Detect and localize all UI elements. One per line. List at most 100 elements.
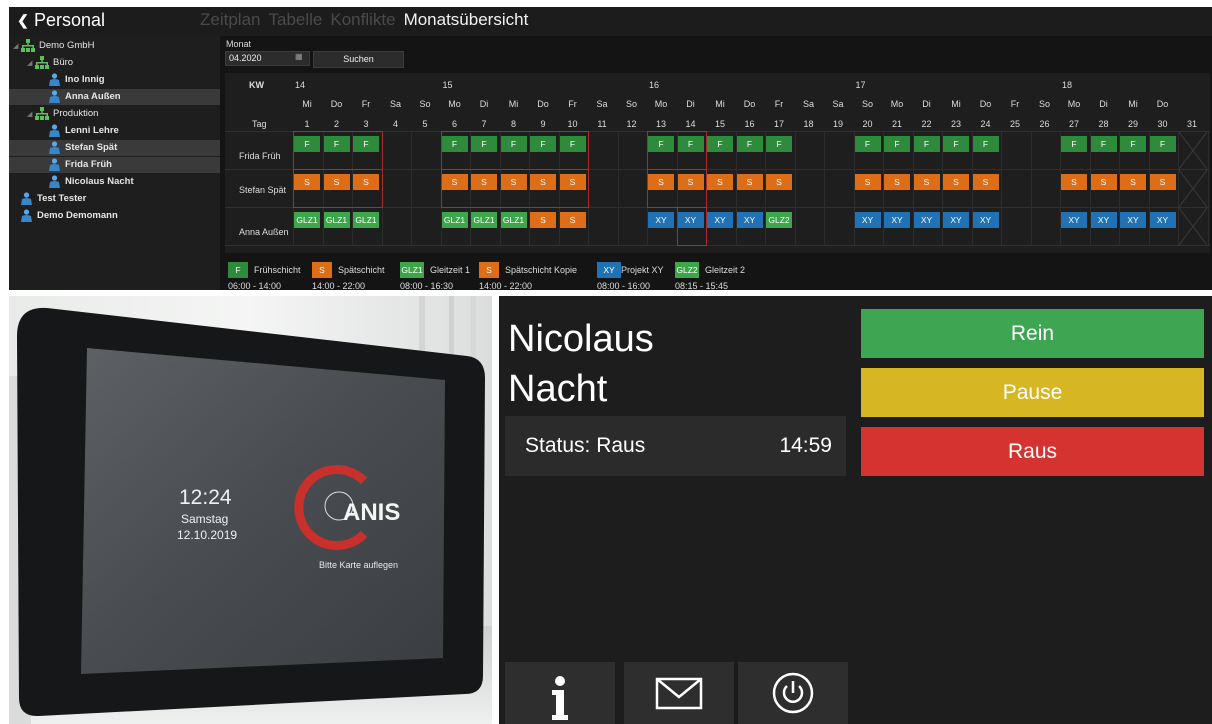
shift-chip[interactable]: S bbox=[913, 174, 940, 190]
shift-chip[interactable]: F bbox=[323, 136, 350, 152]
shift-chip[interactable]: S bbox=[559, 212, 586, 228]
shift-chip[interactable]: S bbox=[972, 174, 999, 190]
tree-item[interactable]: Frida Früh bbox=[9, 157, 220, 173]
shift-chip[interactable]: F bbox=[972, 136, 999, 152]
shift-chip[interactable]: XY bbox=[1090, 212, 1117, 228]
shift-chip[interactable]: F bbox=[884, 136, 910, 152]
shift-chip[interactable]: S bbox=[471, 174, 497, 190]
device-time: 12:24 bbox=[179, 486, 232, 509]
shift-chip[interactable]: F bbox=[559, 136, 586, 152]
shift-chip[interactable]: XY bbox=[884, 212, 910, 228]
shift-chip[interactable]: S bbox=[1090, 174, 1117, 190]
shift-chip[interactable]: F bbox=[913, 136, 940, 152]
tree-item[interactable]: ◢ Büro bbox=[27, 55, 73, 71]
shift-chip[interactable]: F bbox=[1061, 136, 1087, 152]
shift-chip[interactable]: S bbox=[943, 174, 969, 190]
clock-in-button[interactable]: Rein bbox=[861, 309, 1204, 358]
shift-chip[interactable]: GLZ1 bbox=[294, 212, 320, 228]
collapse-arrow-icon[interactable]: ◢ bbox=[27, 56, 35, 72]
shift-chip[interactable]: XY bbox=[1061, 212, 1087, 228]
shift-chip[interactable]: S bbox=[648, 174, 674, 190]
shift-chip[interactable]: S bbox=[1149, 174, 1176, 190]
legend-chip: S bbox=[479, 262, 499, 278]
shift-chip[interactable]: S bbox=[323, 174, 350, 190]
tree-item[interactable]: Test Tester bbox=[13, 191, 86, 207]
shift-chip[interactable]: S bbox=[766, 174, 792, 190]
tree-item[interactable]: ◢ Demo GmbH bbox=[13, 38, 94, 54]
shift-chip[interactable]: XY bbox=[854, 212, 881, 228]
shift-chip[interactable]: XY bbox=[972, 212, 999, 228]
weekday-label: Fr bbox=[1010, 99, 1020, 109]
tab-monatsuebersicht[interactable]: Monatsübersicht bbox=[404, 9, 529, 33]
tree-item[interactable]: Lenni Lehre bbox=[41, 123, 119, 139]
column-divider bbox=[588, 131, 589, 245]
shift-chip[interactable]: GLZ1 bbox=[441, 212, 468, 228]
calendar-icon[interactable]: ▦ bbox=[295, 52, 303, 61]
tree-item[interactable]: ◢ Produktion bbox=[27, 106, 98, 122]
shift-chip[interactable]: XY bbox=[677, 212, 704, 228]
shift-chip[interactable]: GLZ1 bbox=[500, 212, 527, 228]
tree-item[interactable]: Ino Innig bbox=[41, 72, 105, 88]
shift-chip[interactable]: GLZ1 bbox=[353, 212, 379, 228]
shift-chip[interactable]: XY bbox=[943, 212, 969, 228]
shift-chip[interactable]: S bbox=[1061, 174, 1087, 190]
collapse-arrow-icon[interactable]: ◢ bbox=[27, 107, 35, 123]
shift-chip[interactable]: F bbox=[471, 136, 497, 152]
shift-chip[interactable]: F bbox=[500, 136, 527, 152]
power-button[interactable] bbox=[738, 662, 848, 724]
shift-chip[interactable]: F bbox=[943, 136, 969, 152]
shift-chip[interactable]: F bbox=[1120, 136, 1146, 152]
tree-item[interactable]: Stefan Spät bbox=[9, 140, 220, 156]
shift-chip[interactable]: S bbox=[884, 174, 910, 190]
shift-chip[interactable]: F bbox=[766, 136, 792, 152]
shift-chip[interactable]: XY bbox=[648, 212, 674, 228]
mail-button[interactable] bbox=[624, 662, 734, 724]
shift-chip[interactable]: S bbox=[707, 174, 733, 190]
shift-chip[interactable]: F bbox=[1149, 136, 1176, 152]
shift-chip[interactable]: F bbox=[353, 136, 379, 152]
clock-out-button[interactable]: Raus bbox=[861, 427, 1204, 476]
shift-chip[interactable]: GLZ2 bbox=[766, 212, 792, 228]
shift-chip[interactable]: XY bbox=[1120, 212, 1146, 228]
collapse-arrow-icon[interactable]: ◢ bbox=[13, 39, 21, 55]
tree-item[interactable]: Demo Demomann bbox=[13, 208, 118, 224]
shift-chip[interactable]: XY bbox=[1149, 212, 1176, 228]
shift-chip[interactable]: S bbox=[677, 174, 704, 190]
shift-chip[interactable]: S bbox=[559, 174, 586, 190]
shift-chip[interactable]: S bbox=[854, 174, 881, 190]
week-number: 16 bbox=[649, 80, 660, 90]
shift-chip[interactable]: S bbox=[736, 174, 763, 190]
shift-chip[interactable]: F bbox=[707, 136, 733, 152]
tree-item[interactable]: Anna Außen bbox=[9, 89, 220, 105]
shift-chip[interactable]: S bbox=[353, 174, 379, 190]
shift-chip[interactable]: F bbox=[736, 136, 763, 152]
shift-chip[interactable]: F bbox=[648, 136, 674, 152]
shift-chip[interactable]: S bbox=[500, 174, 527, 190]
shift-chip[interactable]: F bbox=[530, 136, 556, 152]
shift-chip[interactable]: S bbox=[530, 174, 556, 190]
shift-chip[interactable]: F bbox=[294, 136, 320, 152]
shift-chip[interactable]: F bbox=[1090, 136, 1117, 152]
tab-zeitplan[interactable]: Zeitplan bbox=[200, 9, 260, 33]
tree-item[interactable]: Nicolaus Nacht bbox=[41, 174, 134, 190]
shift-chip[interactable]: S bbox=[1120, 174, 1146, 190]
shift-chip[interactable]: GLZ1 bbox=[471, 212, 497, 228]
back-button[interactable]: ❮ bbox=[13, 9, 33, 31]
shift-chip[interactable]: S bbox=[441, 174, 468, 190]
break-button[interactable]: Pause bbox=[861, 368, 1204, 417]
search-button[interactable]: Suchen bbox=[313, 51, 404, 68]
shift-chip[interactable]: S bbox=[530, 212, 556, 228]
tab-tabelle[interactable]: Tabelle bbox=[268, 9, 322, 33]
shift-chip[interactable]: GLZ1 bbox=[323, 212, 350, 228]
info-button[interactable] bbox=[505, 662, 615, 724]
tree-item-label: Test Tester bbox=[37, 193, 87, 204]
shift-chip[interactable]: XY bbox=[736, 212, 763, 228]
shift-chip[interactable]: XY bbox=[707, 212, 733, 228]
tab-konflikte[interactable]: Konflikte bbox=[330, 9, 395, 33]
shift-chip[interactable]: F bbox=[677, 136, 704, 152]
shift-chip[interactable]: F bbox=[441, 136, 468, 152]
shift-chip[interactable]: S bbox=[294, 174, 320, 190]
logo-text: ANIS bbox=[343, 499, 400, 526]
shift-chip[interactable]: XY bbox=[913, 212, 940, 228]
shift-chip[interactable]: F bbox=[854, 136, 881, 152]
